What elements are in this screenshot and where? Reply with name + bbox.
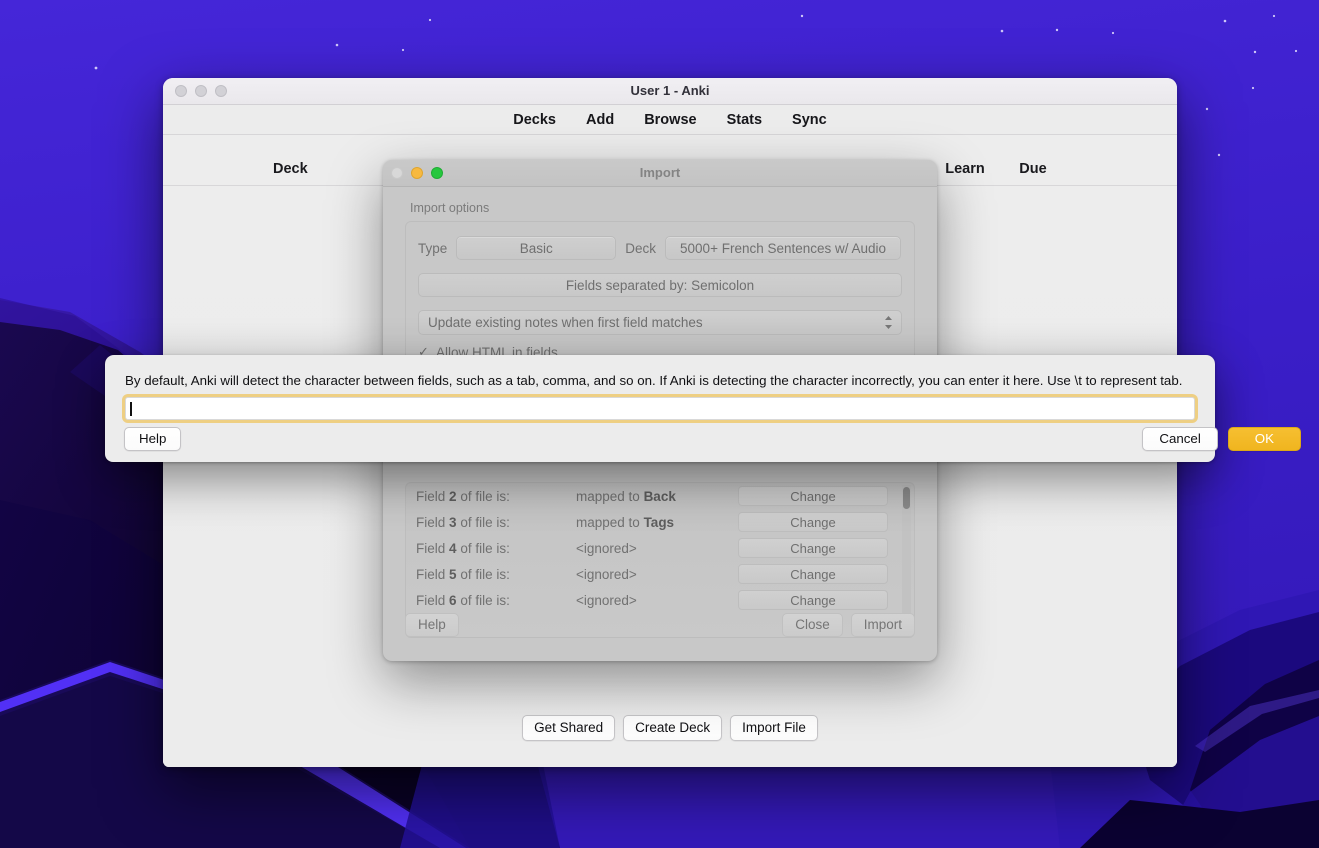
field-word: Field bbox=[416, 592, 446, 608]
update-mode-select[interactable]: Update existing notes when first field m… bbox=[418, 310, 902, 335]
main-toolbar: Decks Add Browse Stats Sync bbox=[163, 105, 1177, 135]
import-help-button[interactable]: Help bbox=[405, 613, 459, 637]
update-mode-value: Update existing notes when first field m… bbox=[428, 315, 703, 330]
field-index-label: Field 2 of file is: bbox=[416, 489, 576, 504]
field-mapping-label: mapped to Tags bbox=[576, 515, 738, 530]
deck-popup[interactable]: 5000+ French Sentences w/ Audio bbox=[665, 236, 902, 260]
text-cursor bbox=[130, 401, 132, 416]
field-index-label: Field 3 of file is: bbox=[416, 515, 576, 530]
learn-column-header: Learn bbox=[945, 161, 985, 177]
field-mapping-label: mapped to Back bbox=[576, 489, 738, 504]
import-dialog-title: Import bbox=[639, 165, 681, 180]
sheet-help-button[interactable]: Help bbox=[124, 427, 182, 451]
field-mapping-rows: Field 2 of file is: mapped to Back Chang… bbox=[406, 483, 914, 613]
mapping-prefix: mapped to bbox=[576, 488, 640, 504]
change-button[interactable]: Change bbox=[738, 512, 888, 532]
field-index-label: Field 6 of file is: bbox=[416, 593, 576, 608]
chevron-updown-icon bbox=[884, 315, 893, 332]
separator-input[interactable] bbox=[125, 397, 1195, 420]
field-number: 4 bbox=[449, 540, 457, 556]
change-button[interactable]: Change bbox=[738, 590, 888, 610]
note-type-popup[interactable]: Basic bbox=[456, 236, 617, 260]
main-bottom-bar: Get Shared Create Deck Import File bbox=[163, 689, 1177, 767]
field-suffix: of file is: bbox=[460, 566, 510, 582]
import-dialog-buttons: Help Close Import bbox=[405, 613, 915, 637]
field-suffix: of file is: bbox=[460, 514, 510, 530]
field-number: 3 bbox=[449, 514, 457, 530]
separator-prompt-sheet: By default, Anki will detect the charact… bbox=[105, 355, 1215, 462]
scrollbar-thumb[interactable] bbox=[903, 487, 910, 509]
field-index-label: Field 5 of file is: bbox=[416, 567, 576, 582]
field-suffix: of file is: bbox=[460, 488, 510, 504]
field-word: Field bbox=[416, 488, 446, 504]
table-row: Field 3 of file is: mapped to Tags Chang… bbox=[416, 509, 904, 535]
field-suffix: of file is: bbox=[460, 592, 510, 608]
field-word: Field bbox=[416, 566, 446, 582]
import-options-group-label: Import options bbox=[410, 201, 490, 215]
field-number: 2 bbox=[449, 488, 457, 504]
field-word: Field bbox=[416, 540, 446, 556]
toolbar-browse[interactable]: Browse bbox=[644, 112, 696, 128]
change-button[interactable]: Change bbox=[738, 538, 888, 558]
field-number: 5 bbox=[449, 566, 457, 582]
field-word: Field bbox=[416, 514, 446, 530]
field-mapping-label: <ignored> bbox=[576, 566, 637, 582]
import-options-group: Type Basic Deck 5000+ French Sentences w… bbox=[405, 221, 915, 377]
type-label: Type bbox=[418, 240, 448, 256]
create-deck-button[interactable]: Create Deck bbox=[623, 715, 723, 741]
mapping-target: Back bbox=[643, 488, 676, 504]
main-window-titlebar: User 1 - Anki bbox=[163, 78, 1177, 105]
toolbar-stats[interactable]: Stats bbox=[727, 112, 762, 128]
change-button[interactable]: Change bbox=[738, 486, 888, 506]
get-shared-button[interactable]: Get Shared bbox=[522, 715, 616, 741]
chevron-updown-glyph bbox=[885, 316, 892, 329]
table-row: Field 2 of file is: mapped to Back Chang… bbox=[416, 483, 904, 509]
main-window-title: User 1 - Anki bbox=[630, 83, 710, 98]
import-file-button[interactable]: Import File bbox=[730, 715, 818, 741]
toolbar-decks[interactable]: Decks bbox=[513, 112, 556, 128]
field-mapping-label: <ignored> bbox=[576, 540, 637, 556]
field-index-label: Field 4 of file is: bbox=[416, 541, 576, 556]
import-titlebar: Import bbox=[383, 160, 937, 187]
toolbar-add[interactable]: Add bbox=[586, 112, 614, 128]
field-suffix: of file is: bbox=[460, 540, 510, 556]
import-primary-buttons: Close Import bbox=[782, 613, 915, 637]
field-number: 6 bbox=[449, 592, 457, 608]
import-close-button[interactable]: Close bbox=[782, 613, 843, 637]
sheet-action-buttons: Cancel OK bbox=[1142, 427, 1301, 451]
mapping-prefix: mapped to bbox=[576, 514, 640, 530]
deck-label: Deck bbox=[625, 240, 657, 256]
table-row: Field 6 of file is: <ignored> Change bbox=[416, 587, 904, 613]
import-confirm-button[interactable]: Import bbox=[850, 613, 915, 637]
field-mapping-label: <ignored> bbox=[576, 592, 637, 608]
toolbar-sync[interactable]: Sync bbox=[792, 112, 827, 128]
due-column-header: Due bbox=[1019, 161, 1047, 177]
change-button[interactable]: Change bbox=[738, 564, 888, 584]
sheet-message-text: By default, Anki will detect the charact… bbox=[125, 373, 1183, 388]
field-separator-button[interactable]: Fields separated by: Semicolon bbox=[418, 273, 902, 297]
table-row: Field 4 of file is: <ignored> Change bbox=[416, 535, 904, 561]
ok-button[interactable]: OK bbox=[1227, 427, 1301, 451]
mapping-target: Tags bbox=[643, 514, 675, 530]
table-row: Field 5 of file is: <ignored> Change bbox=[416, 561, 904, 587]
cancel-button[interactable]: Cancel bbox=[1142, 427, 1218, 451]
type-deck-row: Type Basic Deck 5000+ French Sentences w… bbox=[418, 236, 902, 260]
